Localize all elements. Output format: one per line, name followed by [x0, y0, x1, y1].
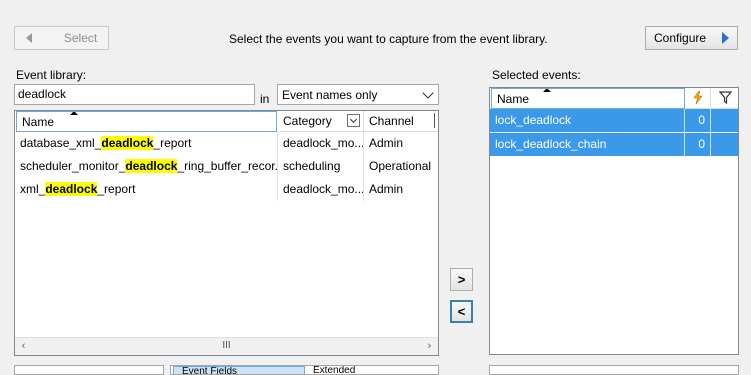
- horizontal-scrollbar[interactable]: ‹ III ›: [15, 337, 438, 355]
- configure-button[interactable]: Configure: [645, 26, 738, 50]
- bottom-left-pane[interactable]: [14, 365, 164, 375]
- event-library-grid[interactable]: Name Category Channel database_xml_deadl…: [14, 110, 439, 356]
- selected-events-grid[interactable]: Name lock_deadlock 0 lock_deadlock_chain…: [489, 87, 739, 355]
- bottom-tab-strip[interactable]: Event Fields Extended: [170, 365, 439, 375]
- selected-event-filter-cell: [711, 133, 738, 156]
- tab-event-fields[interactable]: Event Fields: [173, 366, 305, 374]
- filter-icon: [718, 91, 732, 105]
- event-search-input[interactable]: deadlock: [14, 84, 255, 105]
- search-scope-select[interactable]: Event names only: [277, 84, 439, 105]
- table-row[interactable]: xml_deadlock_report deadlock_mo... Admin: [15, 178, 438, 201]
- forward-arrow-icon: [722, 32, 729, 44]
- event-name-cell: xml_deadlock_report: [15, 178, 278, 201]
- column-header-channel[interactable]: Channel: [364, 111, 438, 132]
- scrollbar-thumb[interactable]: III: [32, 338, 421, 354]
- selected-event-name: lock_deadlock_chain: [490, 133, 685, 156]
- table-row[interactable]: scheduler_monitor_deadlock_ring_buffer_r…: [15, 155, 438, 178]
- selected-event-count: 0: [685, 133, 711, 156]
- column-header-name[interactable]: Name: [491, 88, 685, 109]
- column-filter-dropdown-icon[interactable]: [347, 114, 360, 127]
- event-channel-cell: Admin: [369, 182, 404, 196]
- selected-event-name: lock_deadlock: [490, 109, 685, 132]
- column-resize-grip[interactable]: [434, 113, 438, 128]
- column-header-count[interactable]: [685, 88, 711, 109]
- event-name-cell: database_xml_deadlock_report: [15, 132, 278, 155]
- event-category-cell: deadlock_mo...: [278, 178, 364, 201]
- event-channel-cell: Operational: [369, 159, 432, 173]
- column-header-name[interactable]: Name: [16, 111, 277, 132]
- scroll-left-icon[interactable]: ‹: [15, 338, 32, 354]
- select-button[interactable]: Select: [14, 26, 109, 50]
- event-channel-cell: Admin: [369, 136, 404, 150]
- event-category-cell: scheduling: [278, 155, 364, 178]
- remove-event-button[interactable]: <: [450, 300, 473, 323]
- sort-ascending-icon: [543, 89, 551, 92]
- event-search-value: deadlock: [18, 87, 67, 101]
- table-row[interactable]: database_xml_deadlock_report deadlock_mo…: [15, 132, 438, 155]
- in-label: in: [260, 92, 270, 106]
- chevron-down-icon: [422, 86, 434, 99]
- sort-ascending-icon: [70, 112, 78, 115]
- selected-events-label: Selected events:: [492, 68, 581, 82]
- configure-button-label: Configure: [654, 31, 707, 45]
- table-row[interactable]: lock_deadlock_chain 0: [490, 133, 738, 156]
- tab-extended[interactable]: Extended: [313, 366, 433, 374]
- event-library-label: Event library:: [16, 68, 87, 82]
- add-event-button[interactable]: >: [450, 268, 473, 291]
- search-scope-value: Event names only: [282, 87, 378, 102]
- back-arrow-icon: [25, 33, 32, 43]
- select-button-label: Select: [63, 31, 98, 45]
- lightning-icon: [692, 90, 703, 105]
- selected-event-count: 0: [685, 109, 711, 132]
- bottom-right-pane[interactable]: [489, 365, 739, 375]
- column-header-category[interactable]: Category: [278, 111, 364, 132]
- selected-event-filter-cell: [711, 109, 738, 132]
- event-name-cell: scheduler_monitor_deadlock_ring_buffer_r…: [15, 155, 278, 178]
- scroll-right-icon[interactable]: ›: [421, 338, 438, 354]
- table-row[interactable]: lock_deadlock 0: [490, 109, 738, 132]
- event-category-cell: deadlock_mo...: [278, 132, 364, 155]
- column-header-filter[interactable]: [711, 88, 738, 109]
- instruction-text: Select the events you want to capture fr…: [229, 32, 548, 46]
